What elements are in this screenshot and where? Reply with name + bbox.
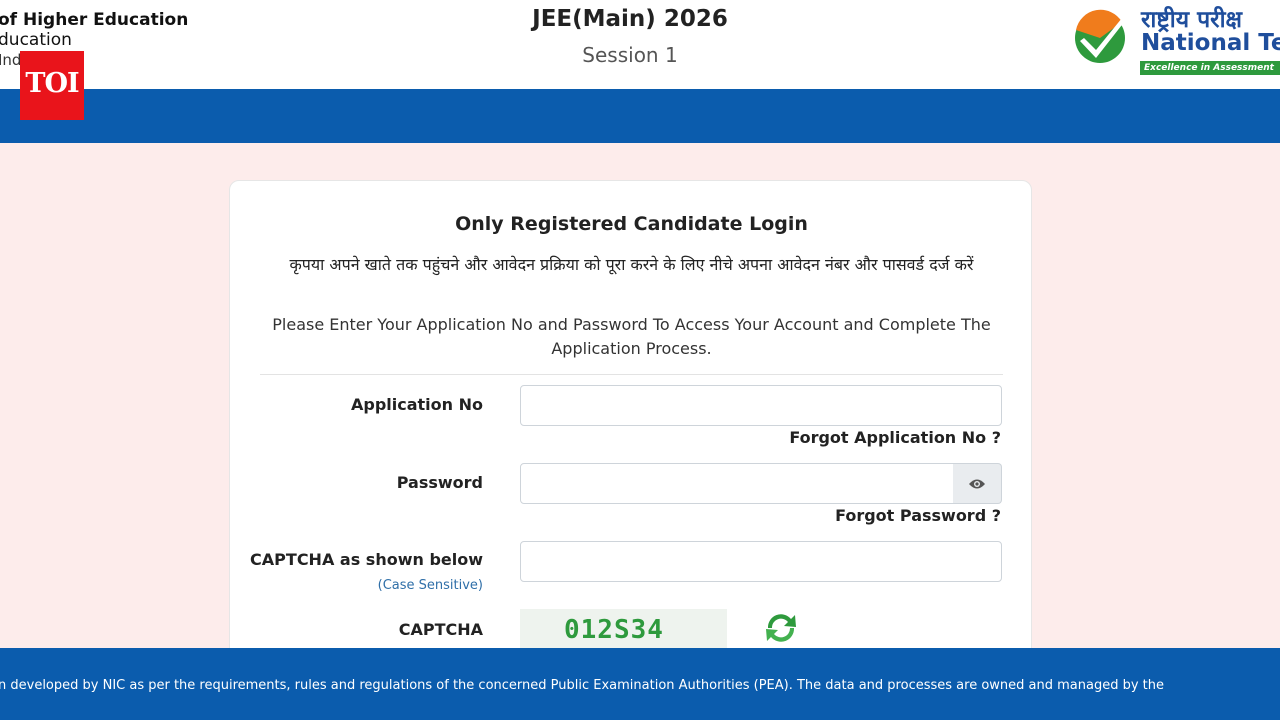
site-header: of Higher Education ducation Ind TOI JEE… <box>0 0 1280 120</box>
application-no-input[interactable] <box>520 385 1002 426</box>
case-sensitive-note: (Case Sensitive) <box>377 578 483 593</box>
toi-badge: TOI <box>20 51 84 120</box>
navigation-bar <box>0 89 1280 143</box>
footer-disclaimer: n developed by NIC as per the requiremen… <box>0 678 1165 693</box>
forgot-password-link[interactable]: Forgot Password ? <box>835 506 1001 525</box>
nta-tagline: Excellence in Assessment <box>1140 61 1280 75</box>
site-footer: n developed by NIC as per the requiremen… <box>0 648 1280 720</box>
login-title: Only Registered Candidate Login <box>455 213 808 235</box>
captcha-input[interactable] <box>520 541 1002 582</box>
captcha-text: 012S34 <box>564 615 664 645</box>
captcha-label: CAPTCHA <box>398 620 483 639</box>
password-toggle-button[interactable] <box>953 463 1002 504</box>
captcha-input-label: CAPTCHA as shown below <box>250 550 483 569</box>
login-card: Only Registered Candidate Login कृपया अप… <box>229 180 1032 660</box>
exam-title: JEE(Main) 2026 <box>532 6 728 32</box>
eye-icon <box>969 479 985 488</box>
divider <box>260 374 1003 375</box>
refresh-icon[interactable] <box>762 609 800 647</box>
forgot-application-no-link[interactable]: Forgot Application No ? <box>789 428 1001 447</box>
english-instruction: Please Enter Your Application No and Pas… <box>272 315 991 358</box>
nta-checkmark-logo-icon <box>1075 9 1125 63</box>
exam-session: Session 1 <box>582 43 678 67</box>
password-label: Password <box>396 473 483 492</box>
password-input[interactable] <box>520 463 954 504</box>
nta-english-name: National Tes <box>1141 30 1280 56</box>
application-no-label: Application No <box>350 395 483 414</box>
hindi-instruction: कृपया अपने खाते तक पहुंचने और आवेदन प्रक… <box>289 255 974 274</box>
captcha-image: 012S34 <box>520 609 727 651</box>
